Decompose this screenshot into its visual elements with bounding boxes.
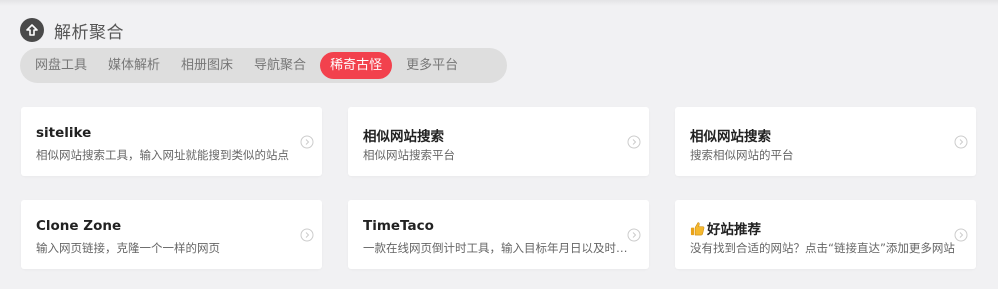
- tab-more-platforms[interactable]: 更多平台: [399, 52, 465, 79]
- tab-album-hosting[interactable]: 相册图床: [174, 52, 240, 79]
- chevron-right-circle-icon[interactable]: [300, 135, 314, 149]
- card-desc: 相似网站搜索平台: [363, 148, 455, 162]
- chevron-right-circle-icon[interactable]: [954, 135, 968, 149]
- site-card[interactable]: TimeTaco 一款在线网页倒计时工具，输入目标年月日以及时间即可开始倒计时: [348, 200, 649, 269]
- site-card[interactable]: sitelike 相似网站搜索工具，输入网址就能搜到类似的站点: [21, 107, 322, 176]
- card-title: 相似网站搜索: [363, 129, 444, 145]
- chevron-right-circle-icon[interactable]: [300, 228, 314, 242]
- chevron-right-circle-icon[interactable]: [627, 228, 641, 242]
- category-tabs: 网盘工具 媒体解析 相册图床 导航聚合 稀奇古怪 更多平台: [20, 48, 507, 83]
- site-card[interactable]: 相似网站搜索 相似网站搜索平台: [348, 107, 649, 176]
- tab-nav-aggregate[interactable]: 导航聚合: [247, 52, 313, 79]
- site-card[interactable]: Clone Zone 输入网页链接，克隆一个一样的网页: [21, 200, 322, 269]
- thumbs-up-icon: [690, 222, 705, 236]
- card-title-text: 好站推荐: [707, 222, 761, 238]
- site-card[interactable]: 好站推荐 没有找到合适的网站？点击“链接直达”添加更多网站: [675, 200, 976, 269]
- card-title: 相似网站搜索: [690, 129, 771, 145]
- card-desc: 一款在线网页倒计时工具，输入目标年月日以及时间即可开始倒计时: [363, 241, 631, 255]
- chevron-right-circle-icon[interactable]: [954, 228, 968, 242]
- tab-media-parse[interactable]: 媒体解析: [101, 52, 167, 79]
- card-desc: 搜索相似网站的平台: [690, 148, 794, 162]
- section-header: 解析聚合: [20, 17, 124, 43]
- chevron-right-circle-icon[interactable]: [627, 135, 641, 149]
- card-title: 好站推荐: [690, 218, 761, 238]
- card-desc: 没有找到合适的网站？点击“链接直达”添加更多网站: [690, 241, 955, 255]
- card-title: sitelike: [36, 125, 92, 141]
- card-desc: 相似网站搜索工具，输入网址就能搜到类似的站点: [36, 148, 289, 162]
- card-desc: 输入网页链接，克隆一个一样的网页: [36, 241, 220, 255]
- card-title: TimeTaco: [363, 218, 434, 234]
- upload-circle-icon: [20, 18, 44, 42]
- section-title: 解析聚合: [54, 22, 124, 43]
- top-fade: [0, 0, 998, 6]
- card-title: Clone Zone: [36, 218, 122, 234]
- site-card[interactable]: 相似网站搜索 搜索相似网站的平台: [675, 107, 976, 176]
- tab-curiosities[interactable]: 稀奇古怪: [320, 52, 393, 79]
- tab-wangpan-tools[interactable]: 网盘工具: [28, 52, 94, 79]
